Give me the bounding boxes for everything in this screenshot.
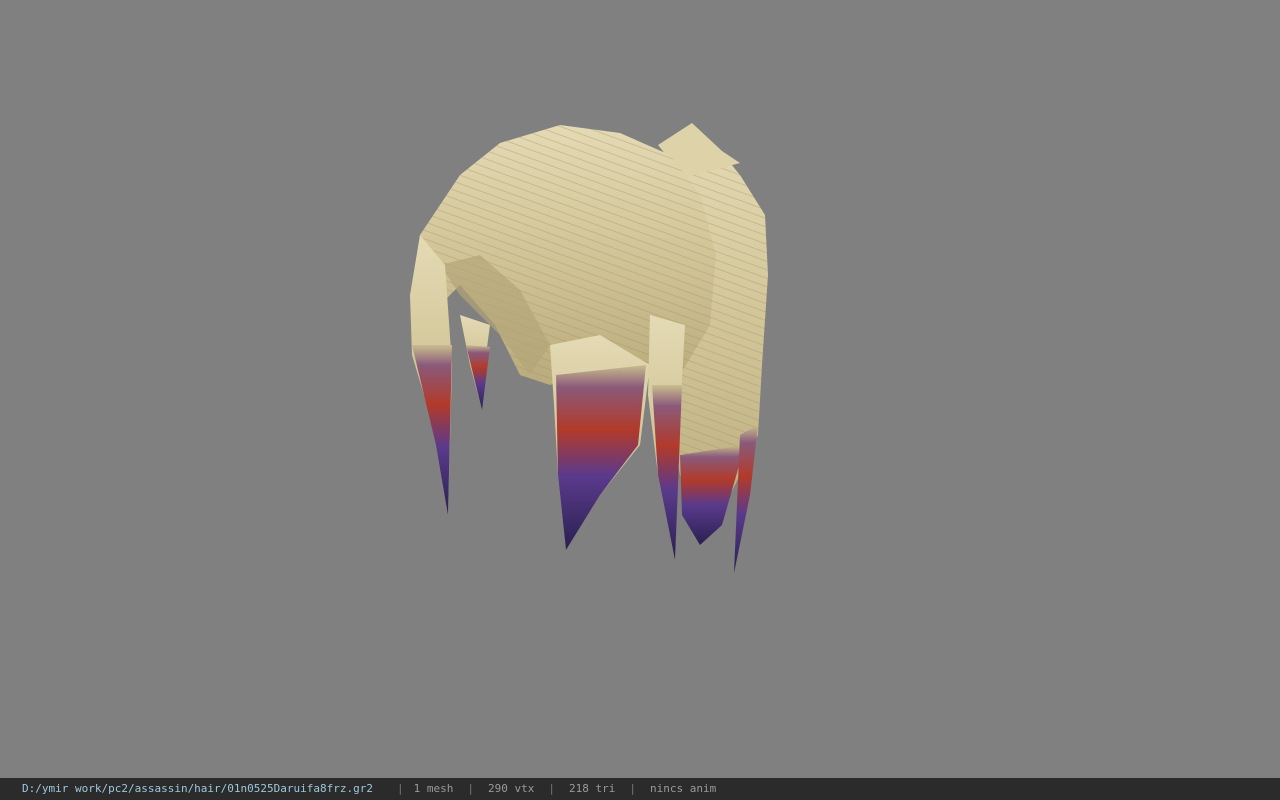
ponytail-tip xyxy=(680,445,745,545)
separator: | xyxy=(467,782,474,795)
hair-mesh-icon[interactable] xyxy=(400,115,780,585)
anim-state: nincs anim xyxy=(649,782,717,795)
mesh-count: 1 mesh xyxy=(413,782,454,795)
triangle-count: 218 tri xyxy=(568,782,616,795)
separator: | xyxy=(629,782,636,795)
3d-viewport[interactable] xyxy=(0,0,1280,778)
file-path: D:/ymir work/pc2/assassin/hair/01n0525Da… xyxy=(22,782,373,795)
vertex-count: 290 vtx xyxy=(488,782,535,795)
status-bar: D:/ymir work/pc2/assassin/hair/01n0525Da… xyxy=(0,778,1280,800)
separator: | xyxy=(548,782,555,795)
separator: | xyxy=(397,782,404,795)
